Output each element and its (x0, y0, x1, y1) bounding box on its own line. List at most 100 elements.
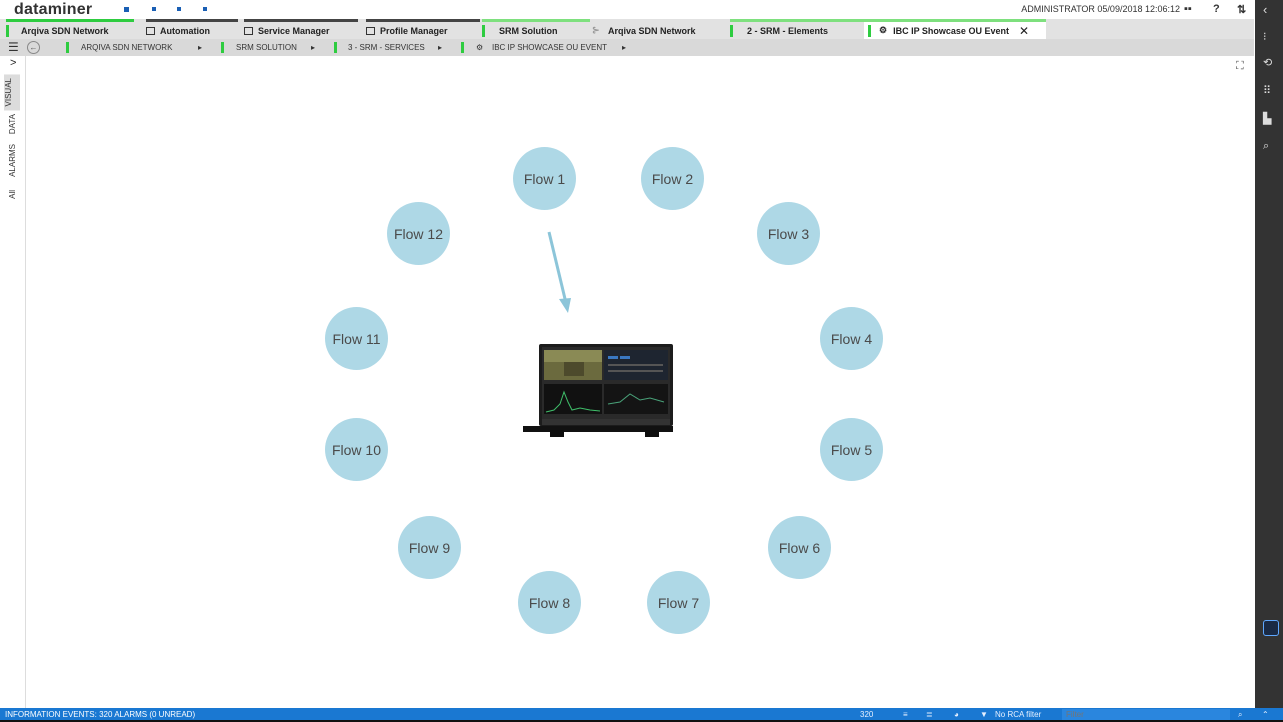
tab-arqiva-sdn-network[interactable]: Arqiva SDN Network (6, 19, 134, 39)
collapse-icon[interactable] (1263, 620, 1279, 636)
menu-icon[interactable]: ☰ (8, 41, 19, 53)
breadcrumb-item[interactable]: SRM SOLUTION (236, 43, 297, 52)
search-icon[interactable]: ⌕ (1238, 710, 1242, 720)
flow-node[interactable]: Flow 4 (820, 307, 883, 370)
flow-label: Flow 8 (528, 594, 571, 611)
tab-data[interactable]: DATA (8, 114, 17, 134)
tab-srm-solution[interactable]: SRM Solution (482, 19, 590, 39)
flow-label: Flow 4 (830, 330, 873, 347)
tab-profile-manager[interactable]: Profile Manager (366, 19, 480, 39)
events-summary[interactable]: INFORMATION EVENTS: 320 ALARMS (0 UNREAD… (5, 710, 195, 719)
flow-node[interactable]: Flow 5 (820, 418, 883, 481)
flow-label: Flow 5 (830, 441, 873, 458)
tab-ibc-ip-showcase[interactable]: ⚙ IBC IP Showcase OU Event ✕ (864, 19, 1046, 39)
user-info: ADMINISTRATOR 05/09/2018 12:06:12 (1021, 4, 1180, 14)
left-rail: > VISUAL DATA ALARMS All (3, 56, 26, 708)
workspace-dot-1[interactable] (124, 7, 129, 12)
tab-bar: Arqiva SDN Network Automation Service Ma… (0, 19, 1254, 39)
flow-label: Flow 12 (393, 225, 444, 242)
tab-label: SRM Solution (499, 25, 558, 36)
flow-node[interactable]: Flow 12 (387, 202, 450, 265)
flow-label: Flow 9 (408, 539, 451, 556)
chevron-up-icon[interactable]: ⌃ (1262, 710, 1269, 719)
help-icon[interactable]: ? (1213, 3, 1220, 15)
chevron-right-icon[interactable]: > (10, 57, 16, 69)
flow-label: Flow 6 (778, 539, 821, 556)
automation-icon (146, 26, 155, 35)
tab-status-marker (730, 24, 733, 37)
tab-label: Arqiva SDN Network (21, 25, 109, 36)
fullscreen-icon[interactable]: ⛶ (1236, 60, 1244, 73)
tab-automation[interactable]: Automation (146, 19, 238, 39)
datetime: 05/09/2018 12:06:12 (1097, 4, 1180, 14)
breadcrumb-separator-icon: ▸ (311, 43, 316, 52)
funnel-icon[interactable]: ▼ (980, 710, 988, 719)
crumb-status-marker (66, 42, 69, 53)
alarm-count: 320 (860, 710, 874, 719)
tab-label: IBC IP Showcase OU Event (893, 25, 1009, 36)
history-icon[interactable]: ⟲ (1263, 56, 1272, 69)
breadcrumb: ☰ ← ARQIVA SDN NETWORK ▸ SRM SOLUTION ▸ … (0, 39, 1254, 56)
crumb-status-marker (461, 42, 464, 53)
tab-all[interactable]: All (8, 190, 17, 199)
collapse-left-icon[interactable]: ‹ (1263, 2, 1267, 17)
back-icon[interactable]: ← (27, 41, 40, 54)
service-manager-icon (244, 26, 253, 35)
pie-icon[interactable]: ◕ (954, 710, 959, 719)
flow-connection-line (547, 231, 568, 304)
right-rail: ‹ ⁝ ⟲ ⠿ ▙ ⌕ (1255, 0, 1283, 722)
search-icon[interactable]: ⌕ (1263, 140, 1269, 153)
sort-lines-icon[interactable]: ≣ (926, 710, 933, 719)
flow-node[interactable]: Flow 10 (325, 418, 388, 481)
flow-label: Flow 3 (767, 225, 810, 242)
tab-label: Service Manager (258, 25, 330, 36)
breadcrumb-separator-icon: ▸ (198, 43, 203, 52)
sort-icon[interactable]: ⇅ (1237, 3, 1246, 16)
arrow-head-icon (559, 298, 571, 313)
flow-label: Flow 1 (523, 170, 566, 187)
tab-alarms[interactable]: ALARMS (8, 144, 17, 177)
flow-node[interactable]: Flow 8 (518, 571, 581, 634)
profile-manager-icon (366, 26, 375, 35)
tab-service-manager[interactable]: Service Manager (244, 19, 358, 39)
layout-icon[interactable]: ▙ (1263, 112, 1271, 125)
flow-node[interactable]: Flow 6 (768, 516, 831, 579)
tab-label: Profile Manager (380, 25, 448, 36)
close-icon[interactable]: ✕ (1019, 24, 1029, 38)
flow-node[interactable]: Flow 3 (757, 202, 820, 265)
workspace-dot-2[interactable] (152, 7, 156, 11)
tab-status-marker (482, 24, 485, 37)
tab-label: Arqiva SDN Network (608, 25, 696, 36)
flow-node[interactable]: Flow 9 (398, 516, 461, 579)
flow-node[interactable]: Flow 1 (513, 147, 576, 210)
workspace-dot-4[interactable] (203, 7, 207, 11)
filter-input[interactable] (1062, 709, 1230, 720)
tab-status-marker (6, 24, 9, 37)
tab-visual[interactable]: VISUAL (4, 74, 20, 111)
workspace-dot-3[interactable] (177, 7, 181, 11)
crumb-status-marker (334, 42, 337, 53)
breadcrumb-separator-icon: ▸ (622, 43, 627, 52)
view-icon: ⚙ (879, 25, 888, 35)
flow-node[interactable]: Flow 2 (641, 147, 704, 210)
breadcrumb-separator-icon: ▸ (438, 43, 443, 52)
list-icon[interactable]: ≡ (903, 710, 908, 719)
view-icon: ⚙ (476, 43, 484, 52)
user-name: ADMINISTRATOR (1021, 4, 1095, 14)
apps-icon[interactable]: ⠿ (1263, 84, 1271, 97)
grid-icon[interactable]: ▪▪ (1184, 3, 1192, 15)
tab-arqiva-sdn-network-2[interactable]: ⊱ Arqiva SDN Network (592, 19, 728, 39)
flow-node[interactable]: Flow 7 (647, 571, 710, 634)
tab-status-marker (868, 24, 871, 37)
waveform-monitor-device[interactable] (520, 344, 673, 438)
rca-filter-label[interactable]: No RCA filter (995, 710, 1041, 719)
crumb-status-marker (221, 42, 224, 53)
filter-panel-icon[interactable]: ⁝ (1263, 30, 1267, 43)
breadcrumb-item[interactable]: IBC IP SHOWCASE OU EVENT (492, 43, 607, 52)
tab-srm-elements[interactable]: 2 - SRM - Elements (730, 19, 864, 39)
flow-node[interactable]: Flow 11 (325, 307, 388, 370)
breadcrumb-item[interactable]: 3 - SRM - SERVICES (348, 43, 425, 52)
breadcrumb-item[interactable]: ARQIVA SDN NETWORK (81, 43, 172, 52)
network-icon: ⊱ (592, 25, 600, 35)
flow-label: Flow 11 (332, 330, 381, 347)
